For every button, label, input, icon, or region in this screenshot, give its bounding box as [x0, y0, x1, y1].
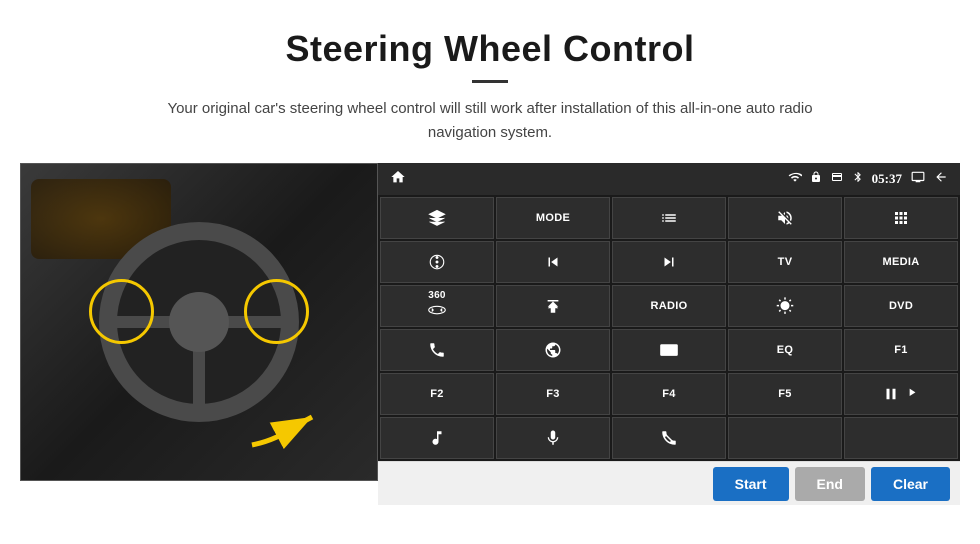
- status-bar-right: 05:37: [788, 170, 948, 188]
- clear-button[interactable]: Clear: [871, 467, 950, 501]
- btn-prev[interactable]: [496, 241, 610, 283]
- btn-mic[interactable]: [496, 417, 610, 459]
- status-bar: 05:37: [378, 163, 960, 195]
- status-time: 05:37: [872, 171, 902, 187]
- btn-eject[interactable]: [496, 285, 610, 327]
- btn-next[interactable]: [612, 241, 726, 283]
- back-icon: [934, 170, 948, 188]
- btn-mode[interactable]: MODE: [496, 197, 610, 239]
- end-button[interactable]: End: [795, 467, 865, 501]
- lock-icon: [810, 171, 822, 187]
- page-title: Steering Wheel Control: [60, 28, 920, 70]
- highlight-circle-left: [89, 279, 154, 344]
- page-wrapper: Steering Wheel Control Your original car…: [0, 0, 980, 505]
- wheel-center: [169, 292, 229, 352]
- btn-f2[interactable]: F2: [380, 373, 494, 415]
- btn-brightness[interactable]: [728, 285, 842, 327]
- btn-music[interactable]: [380, 417, 494, 459]
- btn-nav[interactable]: [380, 197, 494, 239]
- btn-phone[interactable]: [380, 329, 494, 371]
- btn-apps[interactable]: [844, 197, 958, 239]
- btn-f5[interactable]: F5: [728, 373, 842, 415]
- status-bar-left: [390, 169, 406, 189]
- btn-360[interactable]: 360: [380, 285, 494, 327]
- btn-globe[interactable]: [496, 329, 610, 371]
- highlight-circle-right: [244, 279, 309, 344]
- bluetooth-icon: [852, 170, 864, 188]
- card-icon: [830, 171, 844, 187]
- wifi-icon: [788, 170, 802, 188]
- monitor-icon: [910, 170, 926, 188]
- bottom-bar: Start End Clear: [378, 461, 960, 505]
- header-section: Steering Wheel Control Your original car…: [0, 0, 980, 163]
- arrow-indicator: [247, 405, 327, 460]
- btn-tv[interactable]: TV: [728, 241, 842, 283]
- btn-radio[interactable]: RADIO: [612, 285, 726, 327]
- start-button[interactable]: Start: [713, 467, 789, 501]
- btn-f4[interactable]: F4: [612, 373, 726, 415]
- steering-bg: [21, 164, 377, 480]
- subtitle-text: Your original car's steering wheel contr…: [150, 97, 830, 145]
- btn-settings[interactable]: [380, 241, 494, 283]
- btn-eq[interactable]: EQ: [728, 329, 842, 371]
- btn-screen[interactable]: [612, 329, 726, 371]
- btn-empty1: [728, 417, 842, 459]
- btn-f1[interactable]: F1: [844, 329, 958, 371]
- btn-f3[interactable]: F3: [496, 373, 610, 415]
- btn-hangup[interactable]: [612, 417, 726, 459]
- btn-list[interactable]: [612, 197, 726, 239]
- content-area: 05:37 MODE: [0, 163, 980, 505]
- btn-dvd[interactable]: DVD: [844, 285, 958, 327]
- title-divider: [472, 80, 508, 83]
- control-panel: 05:37 MODE: [378, 163, 960, 505]
- btn-playpause[interactable]: [844, 373, 958, 415]
- btn-mute[interactable]: [728, 197, 842, 239]
- home-status-icon: [390, 169, 406, 189]
- btn-empty2: [844, 417, 958, 459]
- steering-wheel-image: [20, 163, 378, 481]
- btn-media[interactable]: MEDIA: [844, 241, 958, 283]
- button-grid: MODE: [378, 195, 960, 461]
